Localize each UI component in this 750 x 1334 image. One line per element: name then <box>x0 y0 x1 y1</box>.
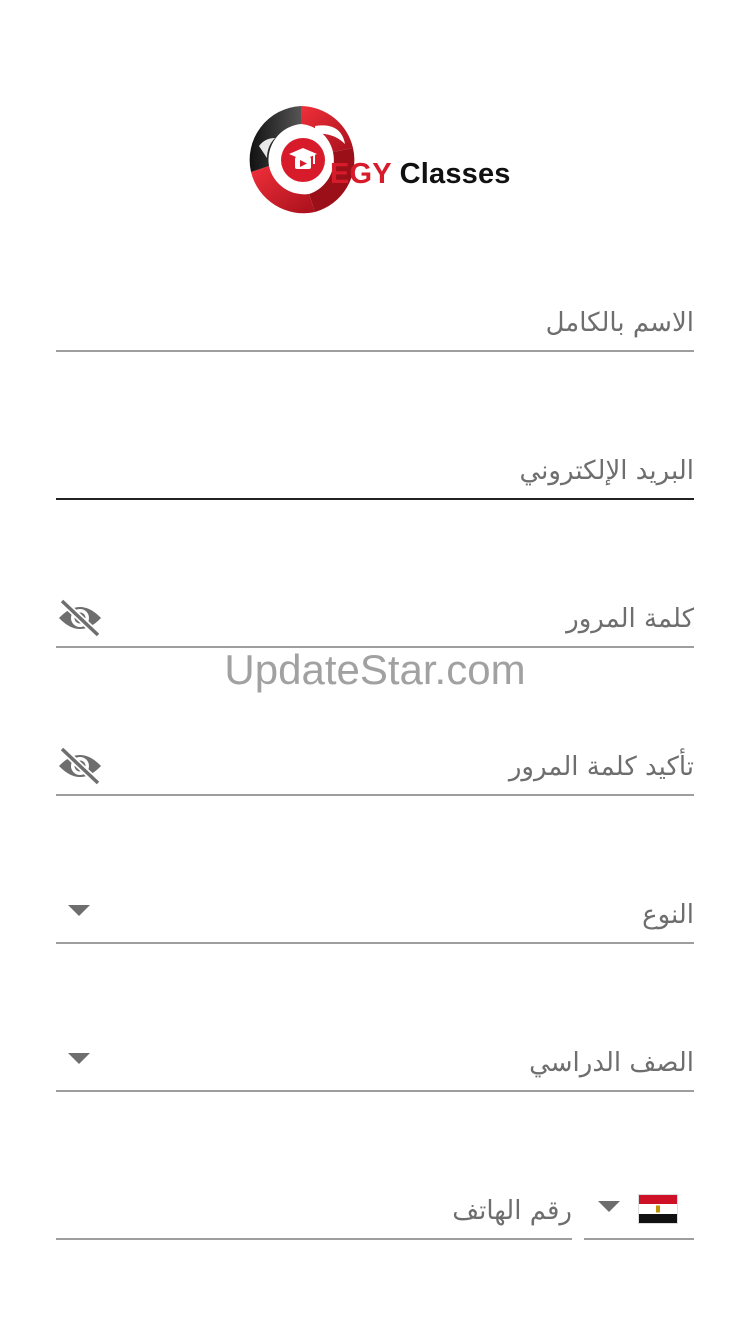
email-label: البريد الإلكتروني <box>519 456 694 486</box>
gender-dropdown[interactable]: النوع <box>56 888 694 944</box>
country-code-selector[interactable] <box>584 1184 694 1240</box>
app-logo: EGY Classes <box>245 102 510 218</box>
full-name-field[interactable]: الاسم بالكامل <box>56 296 694 352</box>
phone-input[interactable]: رقم الهاتف <box>56 1184 572 1240</box>
password-visibility-toggle-icon[interactable] <box>56 598 104 638</box>
country-dropdown-arrow-icon[interactable] <box>598 1201 620 1212</box>
logo-wordmark: EGY Classes <box>330 158 511 191</box>
phone-label: رقم الهاتف <box>452 1196 572 1226</box>
full-name-label: الاسم بالكامل <box>545 308 694 338</box>
grade-dropdown-arrow-icon[interactable] <box>68 1053 90 1064</box>
email-field[interactable]: البريد الإلكتروني <box>56 444 694 500</box>
password-field[interactable]: كلمة المرور <box>56 592 694 648</box>
logo-text-classes: Classes <box>399 158 511 190</box>
logo-text-egy: EGY <box>330 158 392 190</box>
gender-label: النوع <box>642 900 694 930</box>
egypt-flag-icon <box>638 1194 678 1224</box>
grade-label: الصف الدراسي <box>529 1048 694 1078</box>
password-label: كلمة المرور <box>566 604 694 634</box>
watermark-text: UpdateStar.com <box>224 646 526 693</box>
confirm-password-field[interactable]: تأكيد كلمة المرور <box>56 740 694 796</box>
grade-dropdown[interactable]: الصف الدراسي <box>56 1036 694 1092</box>
confirm-password-visibility-toggle-icon[interactable] <box>56 746 104 786</box>
confirm-password-label: تأكيد كلمة المرور <box>508 752 694 782</box>
gender-dropdown-arrow-icon[interactable] <box>68 905 90 916</box>
